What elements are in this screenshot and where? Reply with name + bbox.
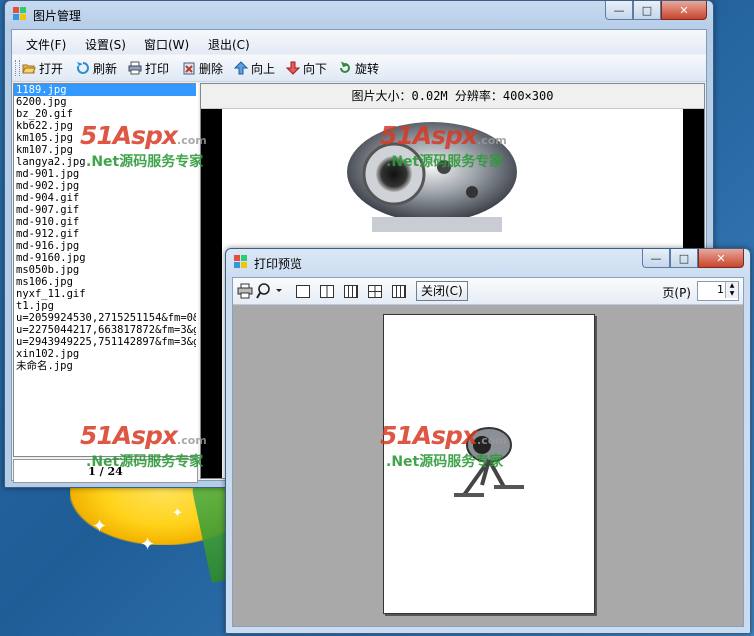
spin-up-icon[interactable]: ▲ [725, 282, 738, 290]
delete-label: 删除 [199, 61, 224, 76]
image-letterbox-left [201, 109, 222, 478]
file-list-item[interactable]: md-916.jpg [14, 240, 197, 252]
file-list-item[interactable]: km107.jpg [14, 144, 197, 156]
page-number-stepper[interactable]: 1 ▲ ▼ [697, 281, 739, 301]
file-list-item[interactable]: xin102.jpg [14, 348, 197, 360]
file-list-item[interactable]: md-902.jpg [14, 180, 197, 192]
menu-exit[interactable]: 退出(C) [208, 36, 250, 53]
delete-icon [182, 61, 196, 75]
preview-close-window-button[interactable]: ✕ [698, 249, 744, 268]
preview-close-button[interactable]: 关闭(C) [416, 281, 468, 301]
close-button[interactable]: ✕ [661, 1, 707, 20]
file-list-item[interactable]: nyxf_11.gif [14, 288, 197, 300]
delete-button[interactable]: 删除 [182, 59, 223, 77]
image-info: 图片大小：0.02M 分辨率：400×300 [201, 84, 704, 109]
move-up-label: 向上 [251, 61, 276, 76]
menu-settings[interactable]: 设置(S) [85, 36, 126, 53]
arrow-up-icon [233, 61, 249, 75]
move-down-label: 向下 [303, 61, 328, 76]
file-list-item[interactable]: md-9160.jpg [14, 252, 197, 264]
preview-titlebar[interactable]: 打印预览 — □ ✕ [226, 249, 750, 277]
two-pages-icon [320, 285, 334, 298]
zoom-button[interactable] [255, 282, 287, 300]
file-list-item[interactable]: u=2059924530,2715251154&fm=0&g [14, 312, 197, 324]
open-button[interactable]: 打开 [22, 59, 63, 77]
wallpaper-sparkle: ✦ [140, 534, 156, 555]
file-list-item[interactable]: bz_20.gif [14, 108, 197, 120]
file-list-item[interactable]: md-912.gif [14, 228, 197, 240]
menu-window[interactable]: 窗口(W) [144, 36, 189, 53]
one-page-icon [296, 285, 310, 298]
print-preview-window: 打印预览 — □ ✕ 关闭(C) 页(P) 1 ▲ ▼ [225, 248, 751, 634]
four-pages-button[interactable] [365, 282, 385, 300]
preview-maximize-button[interactable]: □ [670, 249, 698, 268]
file-list-item[interactable]: 未命名.jpg [14, 360, 197, 372]
file-list-item[interactable]: 1189.jpg [14, 84, 197, 96]
rotate-label: 旋转 [355, 61, 380, 76]
menu-file[interactable]: 文件(F) [26, 36, 66, 53]
three-pages-button[interactable] [341, 282, 361, 300]
preview-minimize-button[interactable]: — [642, 249, 670, 268]
file-list-item[interactable]: t1.jpg [14, 300, 197, 312]
minimize-button[interactable]: — [605, 1, 633, 20]
one-page-button[interactable] [293, 282, 313, 300]
magnifier-icon [256, 283, 282, 299]
refresh-button[interactable]: 刷新 [76, 59, 117, 77]
wallpaper-sparkle: ✦ [172, 506, 183, 521]
window-title: 图片管理 [33, 9, 82, 23]
wallpaper-sparkle: ✦ [92, 516, 108, 537]
refresh-label: 刷新 [93, 61, 118, 76]
printer-icon [128, 61, 142, 75]
page-number-value: 1 [717, 283, 724, 296]
file-list-item[interactable]: kb622.jpg [14, 120, 197, 132]
file-list-item[interactable]: md-904.gif [14, 192, 197, 204]
arrow-down-icon [285, 61, 301, 75]
rotate-button[interactable]: 旋转 [338, 59, 379, 77]
toolbar: 打开 刷新 打印 删除 向上 向下 旋转 [12, 55, 706, 82]
page-label: 页(P) [662, 286, 691, 300]
four-pages-icon [368, 285, 382, 298]
three-pages-icon [344, 285, 358, 298]
file-list-item[interactable]: langya2.jpg [14, 156, 197, 168]
file-list-item[interactable]: md-901.jpg [14, 168, 197, 180]
six-pages-icon [392, 285, 406, 298]
six-pages-button[interactable] [389, 282, 409, 300]
rotate-icon [338, 61, 352, 75]
webcam-photo [347, 122, 517, 232]
preview-toolbar: 关闭(C) 页(P) 1 ▲ ▼ [233, 278, 743, 305]
refresh-icon [76, 61, 90, 75]
move-up-button[interactable]: 向上 [233, 59, 276, 77]
open-folder-icon [22, 61, 36, 75]
toolbar-grip[interactable] [15, 60, 20, 76]
file-list-item[interactable]: u=2943949225,751142897&fm=3&gp [14, 336, 197, 348]
file-list-item[interactable]: ms050b.jpg [14, 264, 197, 276]
file-list-item[interactable]: 6200.jpg [14, 96, 197, 108]
file-list-item[interactable]: u=2275044217,663817872&fm=3&gp [14, 324, 197, 336]
printer-icon [237, 283, 253, 299]
file-list-item[interactable]: md-910.gif [14, 216, 197, 228]
app-icon [234, 255, 248, 269]
preview-print-button[interactable] [235, 282, 255, 300]
open-label: 打开 [39, 61, 64, 76]
maximize-button[interactable]: □ [633, 1, 661, 20]
menu-bar: 文件(F) 设置(S) 窗口(W) 退出(C) [12, 30, 706, 54]
preview-title: 打印预览 [254, 257, 303, 271]
spin-down-icon[interactable]: ▼ [725, 290, 738, 298]
splitter[interactable] [196, 83, 198, 455]
app-icon [13, 7, 27, 21]
preview-page [383, 314, 595, 614]
file-list-item[interactable]: ms106.jpg [14, 276, 197, 288]
two-pages-button[interactable] [317, 282, 337, 300]
preview-webcam-image [454, 427, 524, 497]
file-list[interactable]: 1189.jpg 6200.jpg bz_20.gif kb622.jpg km105.… [13, 83, 198, 457]
preview-client-area: 关闭(C) 页(P) 1 ▲ ▼ [232, 277, 744, 627]
file-list-item[interactable]: md-907.gif [14, 204, 197, 216]
main-titlebar[interactable]: 图片管理 — □ ✕ [5, 1, 713, 29]
print-button[interactable]: 打印 [128, 59, 169, 77]
print-label: 打印 [145, 61, 170, 76]
file-list-item[interactable]: km105.jpg [14, 132, 197, 144]
page-indicator: 1 / 24 [13, 459, 198, 483]
move-down-button[interactable]: 向下 [285, 59, 328, 77]
